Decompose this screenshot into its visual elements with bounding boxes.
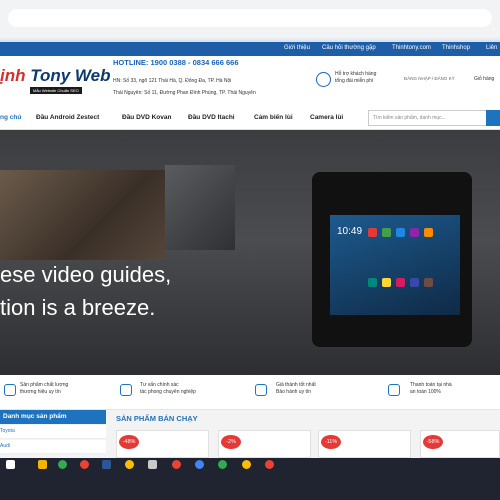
address-bar[interactable] [8, 9, 492, 27]
site-header: ịnh Tony Web Mẫu Website Chuẩn SEO HOTLI… [0, 56, 500, 106]
app-icon [410, 278, 419, 287]
quality-icon [4, 384, 16, 396]
topnav-thinhshop[interactable]: Thinhshop [442, 45, 470, 51]
menu-android[interactable]: Đầu Android Zestect [36, 114, 99, 121]
hero-heading-line2: tion is a breeze. [0, 295, 156, 320]
word-icon[interactable] [102, 460, 111, 469]
discount-badge: -11% [321, 435, 341, 449]
hero-photo-dashboard [165, 165, 235, 250]
chrome-icon[interactable] [242, 460, 251, 469]
category-item[interactable]: Audi [0, 440, 106, 454]
address-thainguyen: Thái Nguyên: Số 11, Đường Phan Đình Phùn… [113, 90, 256, 96]
hotline: HOTLINE: 1900 0388 - 0834 666 666 [113, 58, 239, 67]
app-icon [368, 278, 377, 287]
feature-consult: Tư vấn chính xác tác phong chuyên nghiệp [140, 382, 196, 395]
price-icon [255, 384, 267, 396]
chrome-icon[interactable] [265, 460, 274, 469]
os-taskbar [0, 458, 500, 500]
logo-text: Tony Web [25, 66, 111, 85]
menu-kovan[interactable]: Đầu DVD Kovan [122, 114, 171, 121]
topnav-contact[interactable]: Liên [486, 45, 497, 51]
app-icon [396, 278, 405, 287]
app-icon [382, 228, 391, 237]
hero-photo-wiring [0, 170, 165, 260]
topnav-about[interactable]: Giới thiệu [284, 45, 310, 51]
menu-itachi[interactable]: Đầu DVD Itachi [188, 114, 235, 121]
login-link[interactable]: ĐĂNG NHẬP / ĐĂNG KÝ [404, 76, 455, 81]
radio-clock: 10:49 [337, 226, 363, 237]
discount-badge: -2% [221, 435, 241, 449]
product-card[interactable]: -58% [420, 430, 500, 458]
top-navigation: Giới thiệu Câu hỏi thường gặp Thinhtony.… [0, 40, 500, 56]
chrome-icon[interactable] [58, 460, 67, 469]
support-text: Hỗ trợ khách hàng tổng đài miễn phí [335, 71, 376, 85]
app-icon [382, 278, 391, 287]
menu-home[interactable]: ng chủ [0, 114, 21, 121]
chrome-icon[interactable] [80, 460, 89, 469]
app-icon [368, 228, 377, 237]
category-title: Danh mục sản phẩm [3, 413, 67, 420]
headset-icon [316, 72, 331, 87]
menu-sensor[interactable]: Cảm biến lùi [254, 114, 293, 121]
chrome-icon[interactable] [218, 460, 227, 469]
feature-payment: Thanh toán tại nhà an toàn 100% [410, 382, 452, 395]
menu-camera[interactable]: Camera lùi [310, 114, 343, 121]
app-icon[interactable] [148, 460, 157, 469]
address-hanoi: HN: Số 33, ngõ 121 Thái Hà, Q. Đống Đa, … [113, 78, 232, 84]
chrome-icon[interactable] [172, 460, 181, 469]
bestseller-title: SẢN PHẨM BÁN CHẠY [116, 414, 198, 423]
features-strip: Sản phẩm chất lượng thương hiệu uy tín Tư… [0, 375, 500, 410]
hero-banner[interactable]: 10:49 ese video guides, tion is a breeze… [0, 130, 500, 375]
support-line2: tổng đài miễn phí [335, 78, 374, 84]
topnav-faq[interactable]: Câu hỏi thường gặp [322, 45, 376, 51]
hero-heading-line1: ese video guides, [0, 262, 172, 287]
cart-link[interactable]: Giỏ hàng [474, 76, 494, 82]
app-icon [424, 278, 433, 287]
discount-badge: -48% [119, 435, 139, 449]
chrome-icon[interactable] [125, 460, 134, 469]
product-card[interactable]: -11% [318, 430, 411, 458]
product-card[interactable]: -2% [218, 430, 311, 458]
browser-toolbar [0, 0, 500, 38]
site-logo[interactable]: ịnh Tony Web [0, 66, 111, 86]
logo-tagline: Mẫu Website Chuẩn SEO [30, 87, 82, 94]
product-card[interactable]: -48% [116, 430, 209, 458]
feature-quality: Sản phẩm chất lượng thương hiệu uy tín [20, 382, 69, 395]
category-header: Danh mục sản phẩm [0, 410, 106, 424]
support-line1: Hỗ trợ khách hàng [335, 71, 377, 77]
search-input[interactable]: Tìm kiếm sản phẩm, danh mục... [368, 110, 488, 126]
windows-start-icon[interactable] [6, 460, 15, 469]
discount-badge: -58% [423, 435, 443, 449]
consult-icon [120, 384, 132, 396]
app-icon [410, 228, 419, 237]
category-item[interactable]: Toyota [0, 425, 106, 439]
file-explorer-icon[interactable] [38, 460, 47, 469]
search-button[interactable] [486, 110, 500, 126]
logo-accent: ịnh [0, 66, 26, 85]
main-menu: ng chủ Đầu Android Zestect Đầu DVD Kovan… [0, 106, 500, 130]
feature-price: Giá thành tốt nhất Bảo hành uy tín [276, 382, 316, 395]
chrome-icon[interactable] [195, 460, 204, 469]
app-icon [396, 228, 405, 237]
content-area: Danh mục sản phẩm Toyota Audi SẢN PHẨM B… [0, 410, 500, 458]
wallet-icon [388, 384, 400, 396]
topnav-thinhtony[interactable]: Thinhtony.com [392, 45, 431, 51]
app-icon [424, 228, 433, 237]
